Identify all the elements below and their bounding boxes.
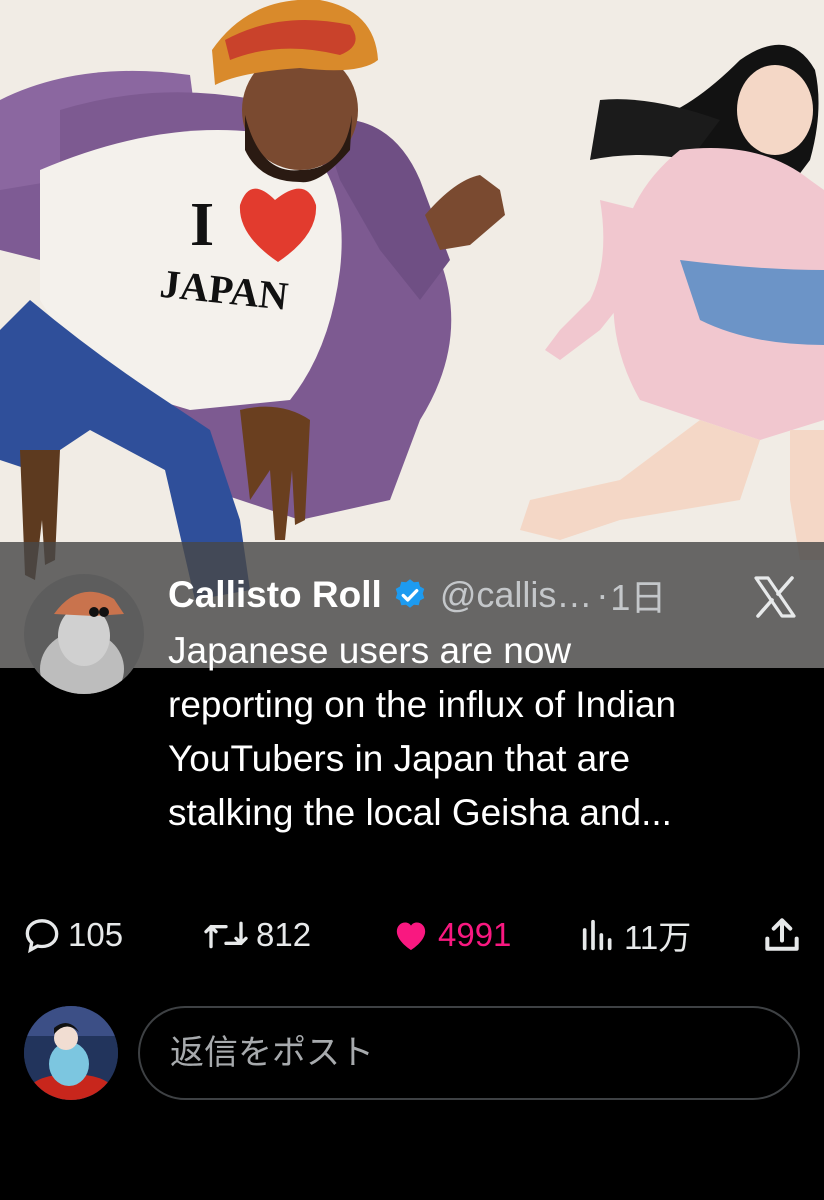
views-count: 11万: [624, 919, 692, 956]
post-time[interactable]: 1日: [610, 569, 666, 621]
heart-icon: [396, 922, 426, 950]
author-handle[interactable]: @callis…: [440, 574, 593, 616]
author-row: Callisto Roll @callis… · 1日: [168, 570, 808, 620]
verified-badge-icon: [395, 579, 425, 608]
current-user-avatar[interactable]: [24, 1006, 118, 1100]
reply-input[interactable]: [170, 1008, 770, 1098]
post-text: Japanese users are now reporting on the …: [168, 630, 677, 833]
repost-count: 812: [256, 916, 312, 953]
action-bar: 105 812 4991 11万: [0, 905, 824, 965]
reply-count: 105: [68, 916, 124, 953]
repost-icon: [204, 921, 248, 949]
reply-button[interactable]: 105: [22, 905, 123, 965]
current-user-avatar-graphic: [24, 1006, 118, 1100]
meta-separator: ·: [596, 574, 609, 615]
shirt-text-i: I: [190, 191, 214, 259]
author-name[interactable]: Callisto Roll: [168, 574, 382, 616]
like-button[interactable]: 4991: [390, 905, 511, 965]
views-icon: [582, 919, 612, 951]
reply-icon: [25, 919, 59, 954]
share-button[interactable]: [760, 905, 810, 965]
like-count: 4991: [438, 916, 512, 953]
reply-composer[interactable]: [138, 1006, 800, 1100]
repost-button[interactable]: 812: [202, 905, 311, 965]
author-avatar-graphic: [24, 574, 144, 694]
views-button[interactable]: 11万: [578, 905, 691, 965]
x-logo-icon: [754, 576, 796, 618]
author-avatar[interactable]: [24, 574, 144, 694]
share-icon: [765, 918, 799, 951]
